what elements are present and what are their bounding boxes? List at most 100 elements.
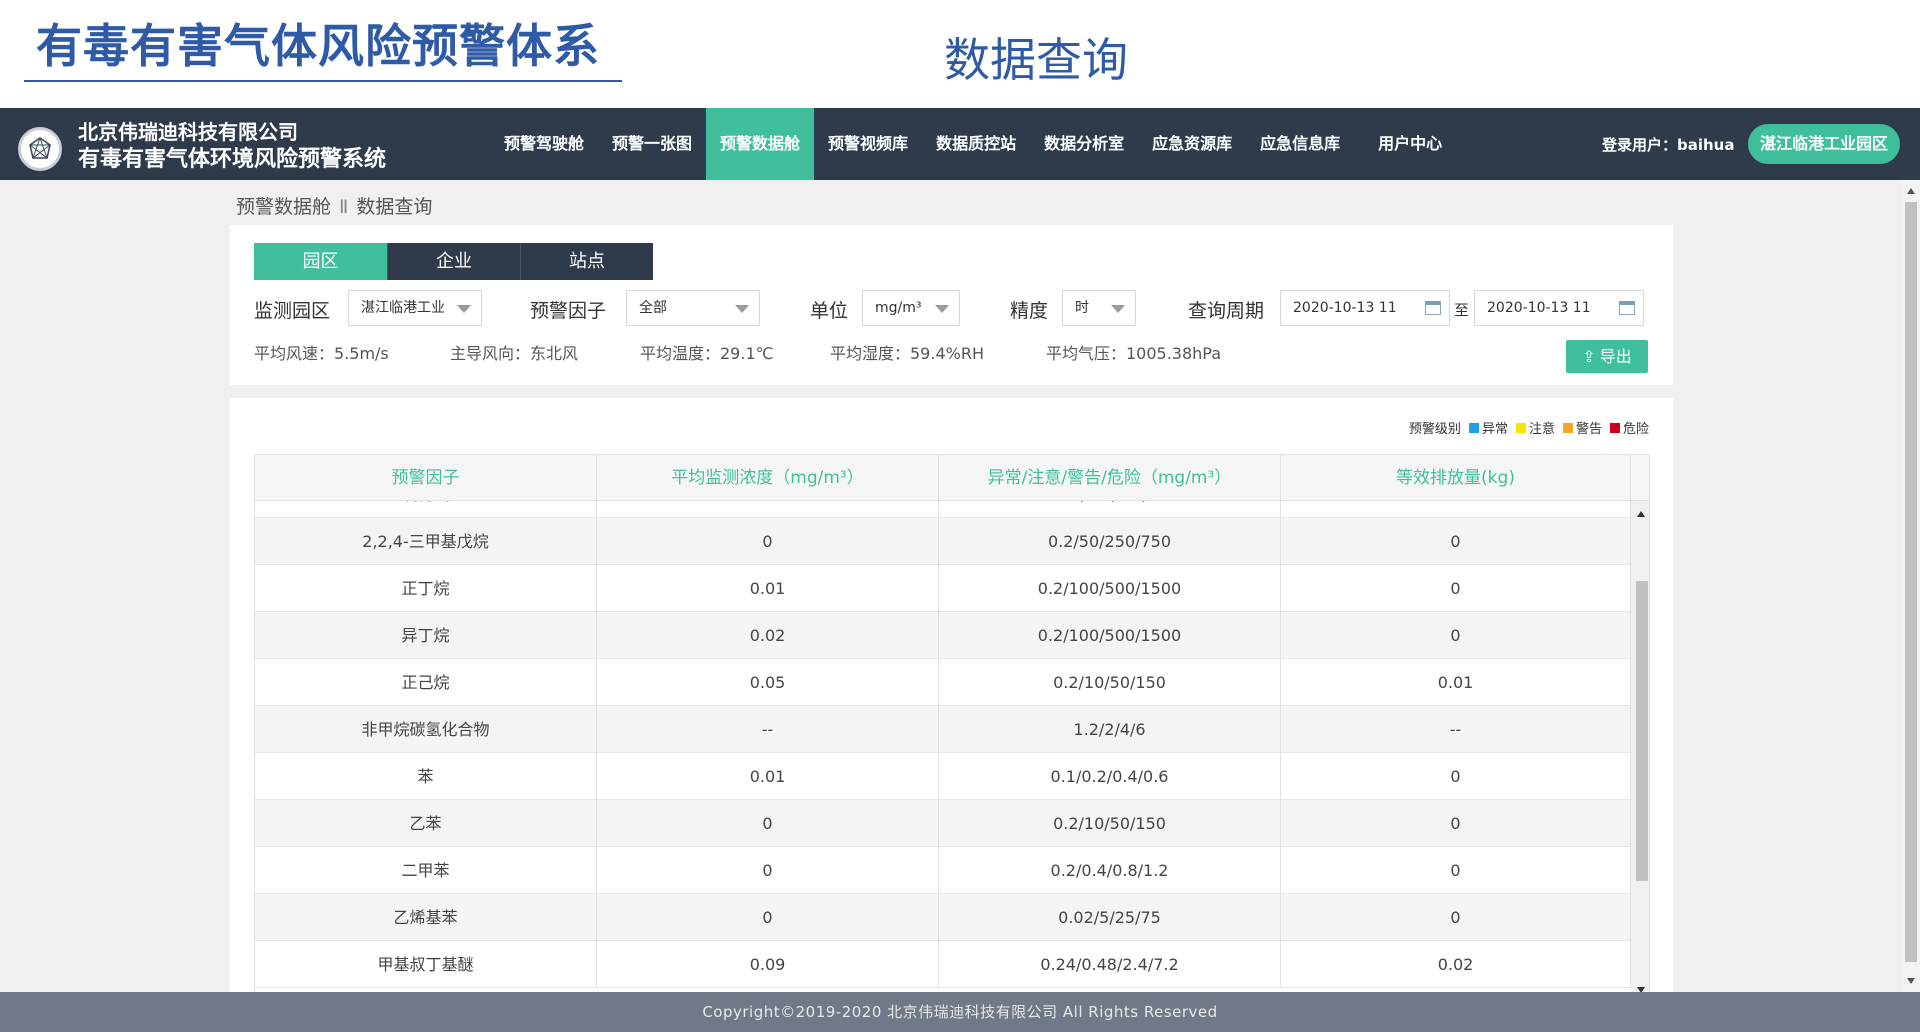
page-scrollbar[interactable]	[1902, 180, 1920, 992]
nav-item-5[interactable]: 数据分析室	[1030, 108, 1138, 180]
nav-item-1[interactable]: 预警一张图	[598, 108, 706, 180]
legend-swatch	[1609, 422, 1620, 433]
unit-select[interactable]: mg/m³	[862, 290, 960, 326]
legend-swatch	[1515, 422, 1526, 433]
table-cell: 0.2/100/500/1500	[939, 612, 1281, 659]
scope-tabs: 园区 企业 站点	[254, 243, 653, 280]
start-date-input[interactable]: 2020-10-13 11	[1280, 290, 1450, 326]
table-row[interactable]: 正丁烷 0.01 0.2/100/500/1500 0	[255, 565, 1631, 612]
tab-2[interactable]: 站点	[520, 243, 653, 280]
nav-item-4[interactable]: 数据质控站	[922, 108, 1030, 180]
park-switch-button[interactable]: 湛江临港工业园区	[1748, 124, 1900, 164]
table-cell: 0.02	[597, 612, 939, 659]
footer-copyright: Copyright©2019-2020 北京伟瑞迪科技有限公司 All Righ…	[0, 992, 1920, 1032]
page-scrollbar-thumb[interactable]	[1905, 202, 1917, 962]
login-user: 登录用户：baihua	[1602, 136, 1735, 154]
filter-row: 监测园区 湛江临港工业 预警因子 全部 单位 mg/m³ 精度 时 查询周期 2…	[254, 290, 1654, 326]
table-row[interactable]: 硫化氢--0.02/0.1/0.5/1.5--	[255, 501, 1631, 518]
table-cell: 0.2/100/500/1500	[939, 565, 1281, 612]
scroll-up-icon[interactable]	[1637, 511, 1645, 517]
table-cell: 0	[597, 800, 939, 847]
company-name: 北京伟瑞迪科技有限公司	[78, 120, 298, 144]
table-cell: 0	[1281, 800, 1631, 847]
tab-0[interactable]: 园区	[254, 243, 387, 280]
table-cell: 0	[1281, 847, 1631, 894]
table-cell: 0	[1281, 612, 1631, 659]
table-cell: 0	[597, 518, 939, 565]
table-cell: 0.1/0.2/0.4/0.6	[939, 753, 1281, 800]
factor-label: 预警因子	[530, 300, 607, 322]
table-cell: 1.2/2/4/6	[939, 706, 1281, 753]
nav-item-3[interactable]: 预警视频库	[814, 108, 922, 180]
table-cell: 0.05	[597, 659, 939, 706]
table-row[interactable]: 正己烷 0.05 0.2/10/50/150 0.01	[255, 659, 1631, 706]
legend-label: 注意	[1528, 422, 1555, 437]
date-range-to: 至	[1454, 301, 1470, 319]
alert-level-legend: 预警级别 异常 注意 警告 危险	[1409, 418, 1649, 437]
scroll-up-icon[interactable]	[1907, 188, 1915, 194]
column-header[interactable]: 平均监测浓度（mg/m³）	[597, 455, 939, 501]
table-cell: 2,2,4-三甲基戊烷	[255, 518, 597, 565]
table-row[interactable]: 乙烯基苯 0 0.02/5/25/75 0	[255, 894, 1631, 941]
table-cell: 0.09	[597, 941, 939, 988]
table-cell: --	[597, 706, 939, 753]
chevron-down-icon	[935, 305, 949, 313]
park-select[interactable]: 湛江临港工业	[348, 290, 482, 326]
table-cell: 乙苯	[255, 800, 597, 847]
breadcrumb-current: 数据查询	[356, 196, 433, 218]
factor-select-value: 全部	[639, 300, 667, 316]
calendar-icon[interactable]	[1619, 301, 1635, 315]
table-cell: 0.02/0.1/0.5/1.5	[939, 501, 1281, 518]
table-row[interactable]: 异丁烷 0.02 0.2/100/500/1500 0	[255, 612, 1631, 659]
slide-title: 有毒有害气体风险预警体系	[36, 19, 600, 73]
table-cell: 硫化氢	[255, 501, 597, 518]
table-row[interactable]: 非甲烷碳氢化合物 -- 1.2/2/4/6 --	[255, 706, 1631, 753]
scroll-down-icon[interactable]	[1907, 978, 1915, 984]
table-cell: 0.02	[1281, 941, 1631, 988]
nav-item-7[interactable]: 应急信息库	[1246, 108, 1354, 180]
table-scrollbar[interactable]	[1631, 501, 1649, 997]
column-header[interactable]: 等效排放量(kg)	[1281, 455, 1631, 501]
nav-item-0[interactable]: 预警驾驶舱	[490, 108, 598, 180]
system-name: 有毒有害气体环境风险预警系统	[78, 147, 387, 172]
table-body-viewport[interactable]: 硫化氢--0.02/0.1/0.5/1.5--2,2,4-三甲基戊烷00.2/5…	[255, 501, 1631, 997]
legend-title: 预警级别	[1408, 422, 1461, 437]
table-scrollbar-thumb[interactable]	[1636, 581, 1648, 881]
table-cell: 0.2/50/250/750	[939, 518, 1281, 565]
legend-label: 危险	[1622, 422, 1649, 437]
tab-1[interactable]: 企业	[387, 243, 520, 280]
precision-label: 精度	[1010, 300, 1049, 322]
table-row[interactable]: 乙苯 0 0.2/10/50/150 0	[255, 800, 1631, 847]
table-cell: 苯	[255, 753, 597, 800]
column-header[interactable]: 异常/注意/警告/危险（mg/m³）	[939, 455, 1281, 501]
table-row[interactable]: 甲基叔丁基醚 0.09 0.24/0.48/2.4/7.2 0.02	[255, 941, 1631, 988]
precision-select[interactable]: 时	[1062, 290, 1136, 326]
nav-item-8[interactable]: 用户中心	[1354, 108, 1466, 180]
breadcrumb-root[interactable]: 预警数据舱	[236, 196, 331, 218]
main-nav: 预警驾驶舱 预警一张图 预警数据舱 预警视频库 数据质控站 数据分析室 应急资源库 应急信息库…	[490, 108, 1466, 180]
table-cell: 0.2/0.4/0.8/1.2	[939, 847, 1281, 894]
table-row[interactable]: 苯 0.01 0.1/0.2/0.4/0.6 0	[255, 753, 1631, 800]
column-header[interactable]: 预警因子	[255, 455, 597, 501]
nav-item-2[interactable]: 预警数据舱	[706, 108, 815, 180]
table-row[interactable]: 二甲苯 0 0.2/0.4/0.8/1.2 0	[255, 847, 1631, 894]
export-button[interactable]: ⇪ 导出	[1566, 340, 1648, 373]
table-cell: 0	[1281, 565, 1631, 612]
calendar-icon[interactable]	[1425, 301, 1441, 315]
start-date-value: 2020-10-13 11	[1293, 300, 1397, 316]
table-row[interactable]: 2,2,4-三甲基戊烷 0 0.2/50/250/750 0	[255, 518, 1631, 565]
breadcrumb-separator: Ⅱ	[339, 196, 349, 218]
table-cell: 0	[597, 894, 939, 941]
period-label: 查询周期	[1188, 300, 1265, 322]
nav-item-6[interactable]: 应急资源库	[1138, 108, 1246, 180]
factor-select[interactable]: 全部	[626, 290, 760, 326]
table-cell: 0.2/10/50/150	[939, 800, 1281, 847]
table-cell: 二甲苯	[255, 847, 597, 894]
table-cell: --	[1281, 501, 1631, 518]
avg-temperature: 平均温度：29.1℃	[640, 344, 774, 363]
header-scroll-gutter	[1631, 455, 1649, 500]
table-cell: 正己烷	[255, 659, 597, 706]
end-date-input[interactable]: 2020-10-13 11	[1474, 290, 1644, 326]
unit-label: 单位	[810, 300, 849, 322]
legend-label: 警告	[1575, 422, 1602, 437]
